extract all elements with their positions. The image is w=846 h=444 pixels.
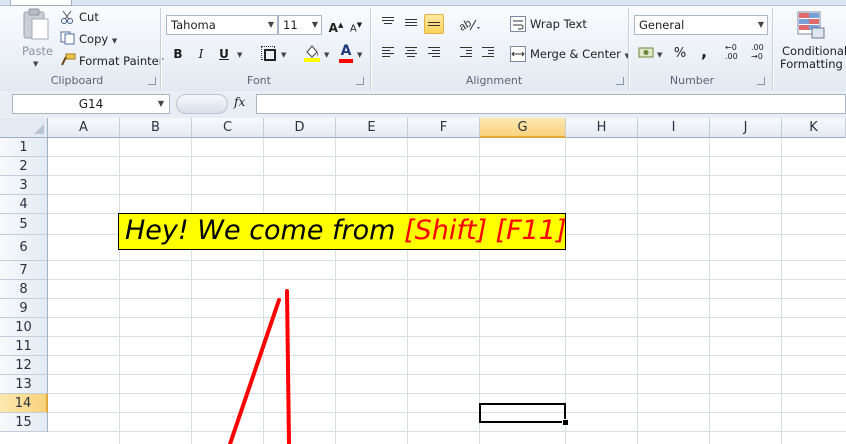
fill-handle[interactable] bbox=[562, 419, 569, 426]
textbox-text: Hey! We come from bbox=[125, 215, 405, 246]
red-line-right bbox=[285, 289, 291, 444]
red-line-left bbox=[228, 298, 281, 444]
active-cell[interactable] bbox=[479, 403, 566, 423]
textbox-shortcut-text: [Shift] [F11] bbox=[404, 215, 567, 246]
text-box[interactable]: Hey! We come from [Shift] [F11] bbox=[118, 213, 567, 250]
